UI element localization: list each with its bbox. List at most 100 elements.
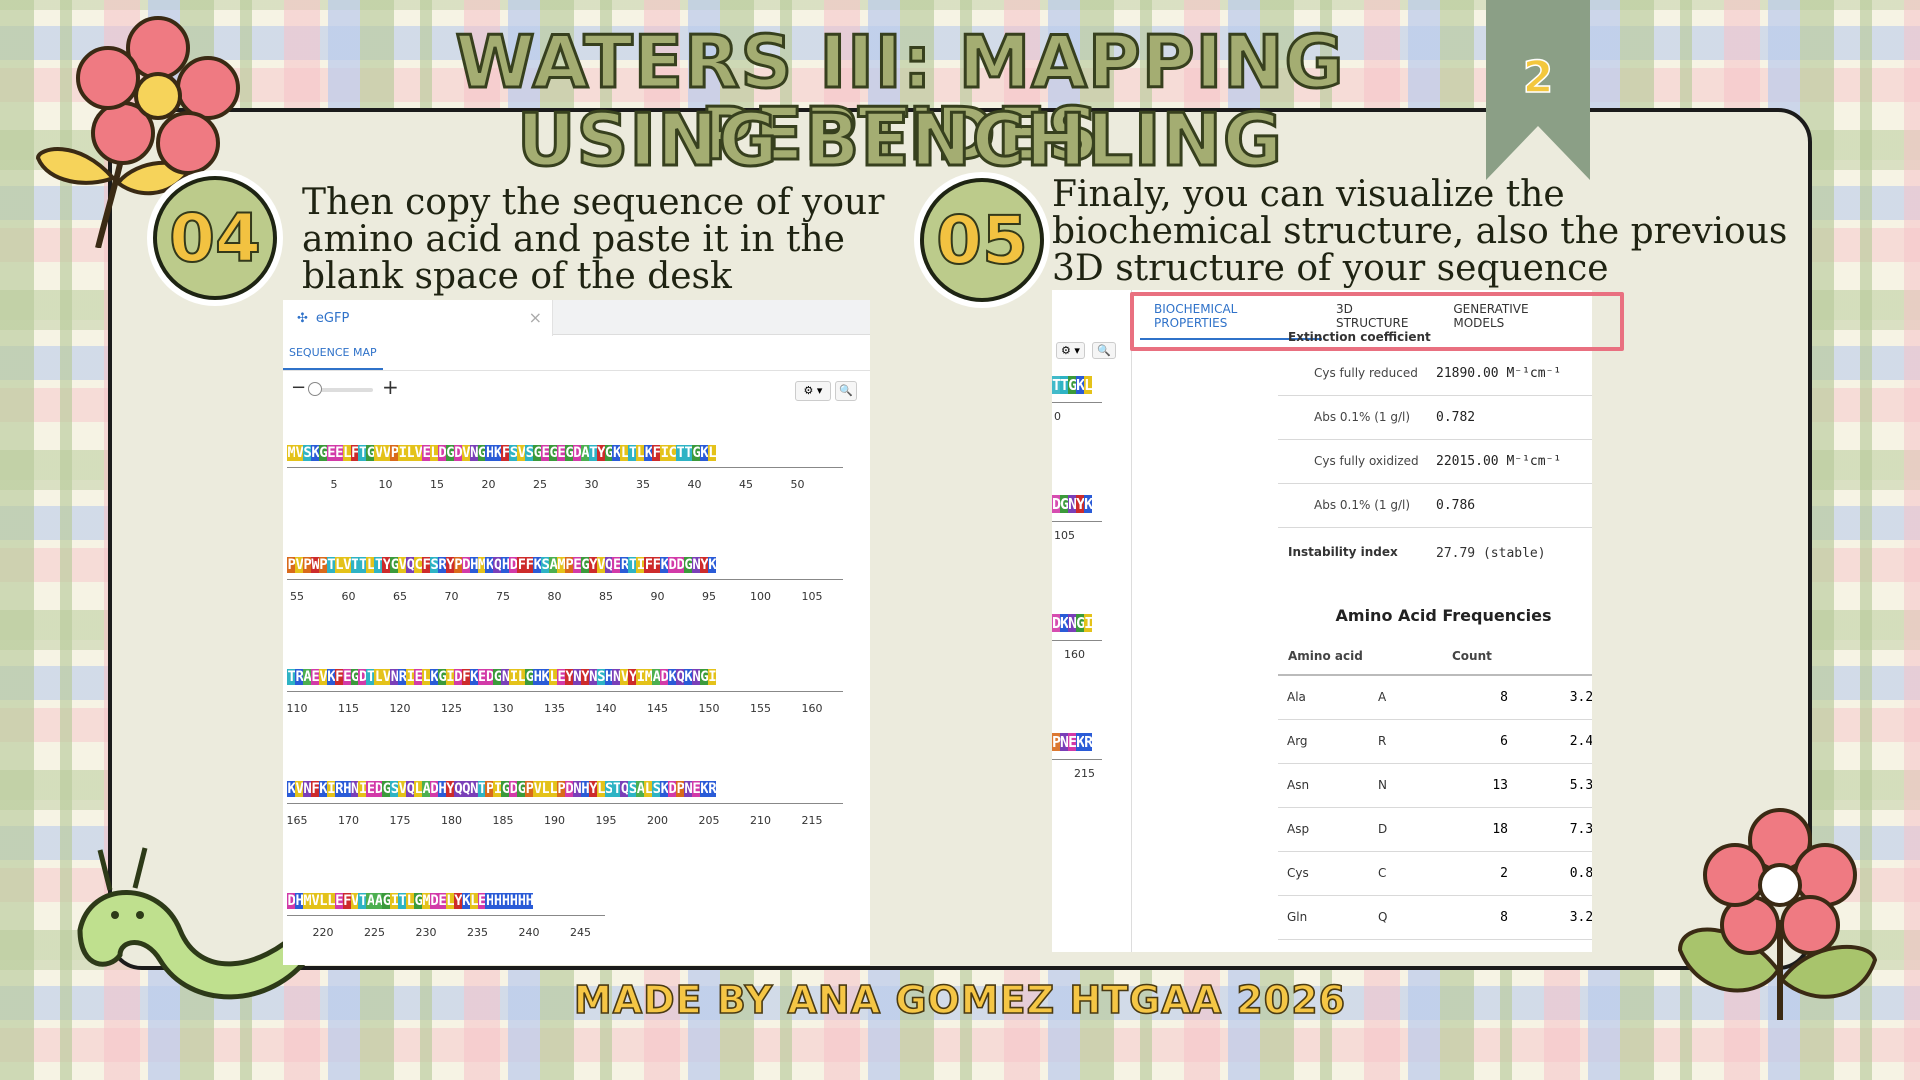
residue: K: [683, 669, 693, 685]
sequence-ruler: 220 225 230 235 240 245: [287, 915, 605, 949]
residue: S: [390, 781, 399, 797]
sequence-text[interactable]: KVNFKIRHNIEDGSVQLADHYQQNTPIGDGPVLLPDNHYL…: [287, 779, 843, 799]
tick-label: 40: [687, 478, 702, 491]
residue: N: [1068, 495, 1077, 513]
residue: Y: [564, 669, 574, 685]
zoom-slider-handle[interactable]: [308, 382, 322, 396]
residue: N: [1068, 614, 1077, 632]
residue: G: [533, 445, 542, 461]
sequence-row: TRAEVKFEGDTLVNRIELKGIDFKEDGNILGHKLEYNYNS…: [287, 667, 843, 725]
residue: A: [652, 669, 661, 685]
mini-sequence: PNEKR: [1052, 733, 1093, 751]
aa-percent: 3.2%: [1569, 910, 1592, 925]
tab-bar: ✣ eGFP ×: [283, 300, 870, 336]
search-icon[interactable]: 🔍: [835, 381, 857, 401]
residue: Y: [596, 445, 605, 461]
tick-label: 55: [290, 590, 304, 603]
residue: T: [1060, 376, 1069, 394]
residue: P: [525, 781, 534, 797]
residue: H: [469, 557, 478, 573]
close-tab-icon[interactable]: ×: [529, 308, 542, 327]
property-row: Cys fully reduced 21890.00 M⁻¹cm⁻¹: [1278, 352, 1592, 396]
residue: L: [517, 669, 526, 685]
residue: M: [302, 893, 312, 909]
sequence-row: PVPWPTLVTTLTYGVQCFSRYPDHMKQHDFFKSAMPEGYV…: [287, 555, 843, 613]
residue: H: [517, 893, 526, 909]
residue: K: [541, 669, 550, 685]
residue: K: [699, 445, 709, 461]
step-04-text: Then copy the sequence of your amino aci…: [302, 182, 885, 297]
mini-ruler: [1052, 759, 1102, 760]
property-value: 22015.00 M⁻¹cm⁻¹: [1436, 454, 1562, 469]
tick-label: 20: [481, 478, 496, 491]
search-icon[interactable]: 🔍: [1092, 342, 1116, 359]
residue: H: [342, 781, 351, 797]
tick-label: 120: [389, 702, 411, 715]
sequence-text[interactable]: PVPWPTLVTTLTYGVQCFSRYPDHMKQHDFFKSAMPEGYV…: [287, 555, 843, 575]
tick-label: 70: [444, 590, 459, 603]
sequence-text[interactable]: DHMVLLEFVTAAGITLGMDELYKLEHHHHHH: [287, 891, 605, 911]
tick-label: 230: [415, 926, 437, 939]
residue: E: [414, 669, 423, 685]
residue: R: [294, 669, 304, 685]
sequence-row: KVNFKIRHNIEDGSVQLADHYQQNTPIGDGPVLLPDNHYL…: [287, 779, 843, 837]
residue: N: [691, 557, 701, 573]
residue: V: [294, 781, 304, 797]
residue: V: [310, 893, 320, 909]
step-05-text: Finaly, you can visualize the biochemica…: [1052, 174, 1788, 289]
sequence-text[interactable]: TRAEVKFEGDTLVNRIELKGIDFKEDGNILGHKLEYNYNS…: [287, 667, 843, 687]
residue: G: [1068, 376, 1077, 394]
residue: A: [580, 445, 590, 461]
tab-sequence-map[interactable]: SEQUENCE MAP: [283, 346, 383, 370]
aa-name: Ala: [1287, 690, 1306, 704]
tick-label: 235: [467, 926, 488, 939]
residue: N: [302, 781, 312, 797]
settings-gear-icon[interactable]: ⚙ ▾: [795, 381, 831, 401]
residue: Y: [588, 557, 598, 573]
tick-label: 60: [341, 590, 356, 603]
residue: K: [310, 445, 320, 461]
tick-label: 75: [496, 590, 510, 603]
settings-gear-icon[interactable]: ⚙ ▾: [1056, 342, 1085, 359]
zoom-in-button[interactable]: +: [382, 375, 399, 399]
property-row: Abs 0.1% (1 g/l) 0.786: [1278, 484, 1592, 528]
tab-egfp[interactable]: ✣ eGFP ×: [283, 300, 553, 336]
aa-code: N: [1378, 778, 1387, 792]
residue: Y: [699, 557, 709, 573]
residue: P: [287, 557, 296, 573]
residue: Q: [453, 781, 463, 797]
residue: E: [437, 893, 447, 909]
tick-label: 85: [599, 590, 613, 603]
residue: S: [541, 557, 550, 573]
aa-code: Q: [1378, 910, 1388, 924]
residue: Y: [588, 781, 598, 797]
residue: F: [644, 557, 653, 573]
mini-sequence: TTGKL: [1052, 376, 1093, 394]
tab-egfp-label: eGFP: [315, 310, 350, 326]
tick-label: 205: [698, 814, 720, 827]
tick-label: 220: [312, 926, 334, 939]
residue: A: [548, 557, 558, 573]
sequence-row: MVSKGEELFTGVVPILVELDGDVNGHKFSVSGEGEGDATY…: [287, 443, 843, 501]
residue: E: [556, 669, 566, 685]
residue: V: [461, 445, 471, 461]
tick-label: 125: [441, 702, 462, 715]
residue: K: [660, 557, 669, 573]
residue: L: [596, 781, 605, 797]
residue: D: [287, 893, 296, 909]
residue: L: [406, 893, 415, 909]
residue: L: [636, 445, 645, 461]
residue: K: [326, 669, 336, 685]
residue: K: [660, 781, 669, 797]
residue: Y: [580, 669, 590, 685]
residue: C: [668, 445, 677, 461]
aa-percent: 5.3%: [1569, 778, 1592, 793]
zoom-out-button[interactable]: −: [291, 377, 306, 398]
sequence-text[interactable]: MVSKGEELFTGVVPILVELDGDVNGHKFSVSGEGEGDATY…: [287, 443, 843, 463]
residue: E: [541, 445, 550, 461]
residue: M: [556, 557, 566, 573]
residue: K: [1060, 614, 1069, 632]
residue: P: [675, 781, 685, 797]
residue: R: [334, 781, 344, 797]
aa-count: 18: [1492, 822, 1508, 837]
